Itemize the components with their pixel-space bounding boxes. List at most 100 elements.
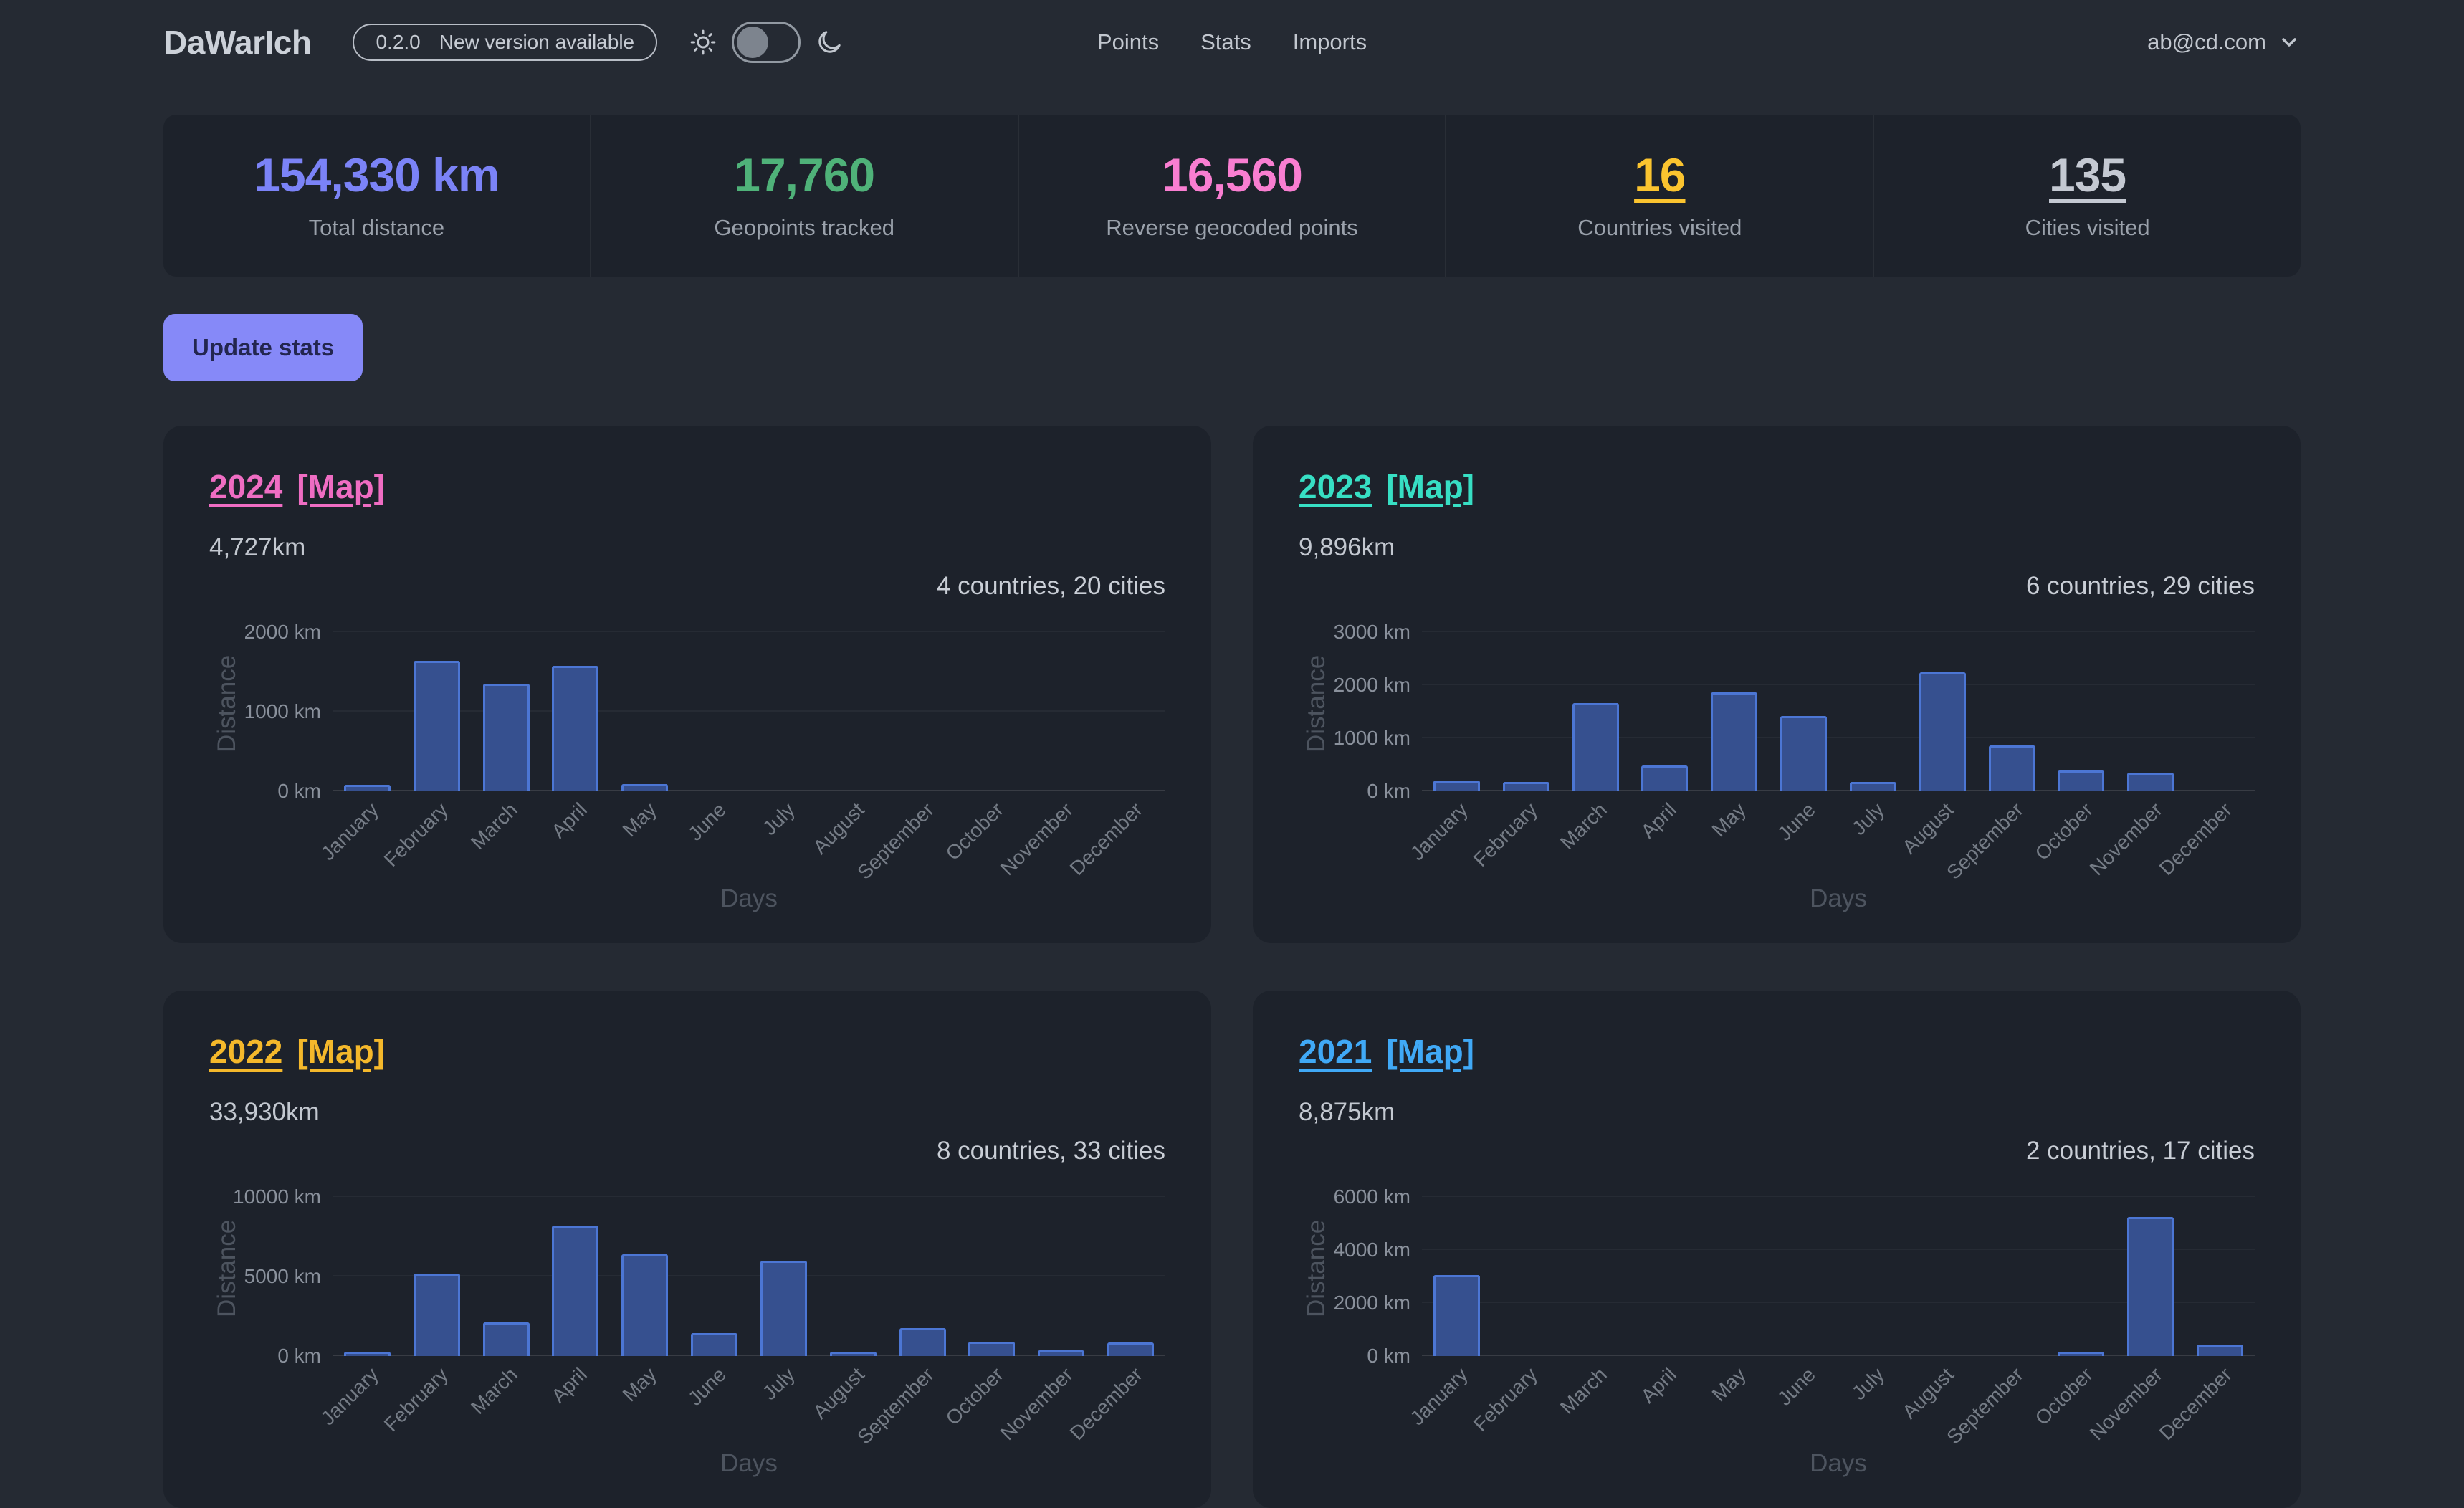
x-axis-title: Days <box>333 1449 1165 1478</box>
x-tick-label: January <box>1406 798 1473 865</box>
main-nav: Points Stats Imports <box>1097 29 1367 55</box>
stat-value[interactable]: 135 <box>2049 148 2126 202</box>
bar-november <box>1038 1350 1084 1356</box>
distance-bar-chart-2021: Distance0 km2000 km4000 km6000 kmJanuary… <box>1299 1181 2255 1478</box>
x-tick-label: April <box>1636 798 1681 843</box>
bar-march <box>483 1322 530 1356</box>
nav-link-stats[interactable]: Stats <box>1200 29 1251 55</box>
map-link-2023[interactable]: [Map] <box>1386 467 1474 506</box>
x-axis-ticks: JanuaryFebruaryMarchAprilMayJuneJulyAugu… <box>1422 1356 2255 1445</box>
update-stats-button[interactable]: Update stats <box>163 314 363 381</box>
year-distance: 8,875km <box>1299 1098 2255 1127</box>
x-tick-label: November <box>2085 798 2167 880</box>
version-badge[interactable]: 0.2.0 New version available <box>353 24 657 61</box>
user-menu[interactable]: ab@cd.com <box>2147 29 2301 55</box>
chart-plot-area <box>1422 616 2255 791</box>
x-tick-label: May <box>618 1363 661 1406</box>
distance-bar-chart-2023: Distance0 km1000 km2000 km3000 kmJanuary… <box>1299 616 2255 913</box>
stat-label: Total distance <box>171 215 583 241</box>
year-link-2023[interactable]: 2023 <box>1299 467 1372 506</box>
bar-december <box>2197 1345 2243 1356</box>
y-tick-label: 4000 km <box>1334 1239 1410 1261</box>
y-tick-label: 1000 km <box>244 700 321 723</box>
y-axis-title: Distance <box>1299 616 1334 791</box>
year-summary: 4 countries, 20 cities <box>209 572 1165 601</box>
map-link-2022[interactable]: [Map] <box>297 1032 385 1071</box>
x-tick-label: June <box>1773 1363 1820 1411</box>
gridline <box>1422 737 2255 738</box>
x-tick-label: December <box>1065 798 1147 880</box>
stat-label: Geopoints tracked <box>598 215 1011 241</box>
map-link-2024[interactable]: [Map] <box>297 467 385 506</box>
x-tick-label: December <box>1065 1363 1147 1445</box>
y-axis-ticks: 0 km2000 km4000 km6000 km <box>1334 1181 1422 1356</box>
bar-november <box>2127 1217 2174 1356</box>
year-link-2024[interactable]: 2024 <box>209 467 282 506</box>
y-tick-label: 2000 km <box>1334 1292 1410 1314</box>
year-link-2022[interactable]: 2022 <box>209 1032 282 1071</box>
bar-january <box>1433 781 1480 791</box>
distance-bar-chart-2022: Distance0 km5000 km10000 kmJanuaryFebrua… <box>209 1181 1165 1478</box>
bar-june <box>1780 716 1827 791</box>
app-logo[interactable]: DaWarIch <box>163 23 311 62</box>
year-summary: 8 countries, 33 cities <box>209 1137 1165 1165</box>
x-tick-label: June <box>684 798 731 846</box>
bar-october <box>2058 770 2104 791</box>
stat-label: Cities visited <box>1881 215 2293 241</box>
y-tick-label: 3000 km <box>1334 621 1410 644</box>
y-axis-title: Distance <box>209 616 245 791</box>
x-tick-label: November <box>2085 1363 2167 1445</box>
distance-bar-chart-2024: Distance0 km1000 km2000 kmJanuaryFebruar… <box>209 616 1165 913</box>
x-tick-label: March <box>467 1363 522 1419</box>
year-card-title: 2024 [Map] <box>209 467 1165 506</box>
x-tick-label: October <box>2030 798 2097 865</box>
x-tick-label: April <box>547 798 591 843</box>
sun-icon <box>689 28 717 57</box>
x-axis-title: Days <box>333 884 1165 913</box>
gridline <box>333 1196 1165 1197</box>
bar-august <box>1919 672 1966 792</box>
year-distance: 33,930km <box>209 1098 1165 1127</box>
x-tick-label: December <box>2154 798 2236 880</box>
gridline <box>1422 1196 2255 1197</box>
x-tick-label: August <box>809 1363 869 1423</box>
stat-label: Countries visited <box>1453 215 1866 241</box>
year-card-2023: 2023[Map]9,896km6 countries, 29 citiesDi… <box>1253 426 2301 943</box>
bar-january <box>344 785 391 791</box>
nav-link-imports[interactable]: Imports <box>1293 29 1367 55</box>
y-tick-label: 5000 km <box>244 1265 321 1288</box>
year-card-2022: 2022 [Map] 33,930km 8 countries, 33 cities D… <box>163 991 1211 1508</box>
x-axis-title: Days <box>1422 1449 2255 1478</box>
x-tick-label: October <box>941 1363 1008 1430</box>
x-axis-ticks: JanuaryFebruaryMarchAprilMayJuneJulyAugu… <box>1422 791 2255 880</box>
gridline <box>1422 631 2255 632</box>
stat-value[interactable]: 16 <box>1634 148 1685 202</box>
x-tick-label: February <box>380 798 453 872</box>
bar-september <box>1989 745 2035 791</box>
y-tick-label: 2000 km <box>1334 674 1410 697</box>
y-tick-label: 6000 km <box>1334 1185 1410 1208</box>
x-tick-label: June <box>1773 798 1820 846</box>
x-tick-label: June <box>684 1363 731 1411</box>
bar-april <box>552 1226 598 1356</box>
chart-plot-area <box>333 1181 1165 1356</box>
year-distance: 4,727km <box>209 533 1165 562</box>
theme-toggle-knob <box>737 27 768 58</box>
year-summary: 2 countries, 17 cities <box>1299 1137 2255 1165</box>
bar-february <box>414 661 460 791</box>
stat-value: 16,560 <box>1162 148 1302 202</box>
version-message: New version available <box>439 31 634 54</box>
year-cards-grid: 2024 [Map] 4,727km 4 countries, 20 cities Di… <box>163 426 2301 1508</box>
theme-toggle[interactable] <box>732 22 801 63</box>
nav-link-points[interactable]: Points <box>1097 29 1159 55</box>
x-tick-label: May <box>1707 798 1750 841</box>
bar-may <box>1711 692 1757 791</box>
x-tick-label: July <box>758 798 800 840</box>
bar-february <box>414 1274 460 1356</box>
year-distance: 9,896km <box>1299 533 2255 562</box>
year-link-2021[interactable]: 2021 <box>1299 1032 1372 1071</box>
x-tick-label: November <box>995 1363 1077 1445</box>
x-tick-label: April <box>1636 1363 1681 1408</box>
year-card-2024: 2024 [Map] 4,727km 4 countries, 20 cities Di… <box>163 426 1211 943</box>
map-link-2021[interactable]: [Map] <box>1386 1032 1474 1071</box>
